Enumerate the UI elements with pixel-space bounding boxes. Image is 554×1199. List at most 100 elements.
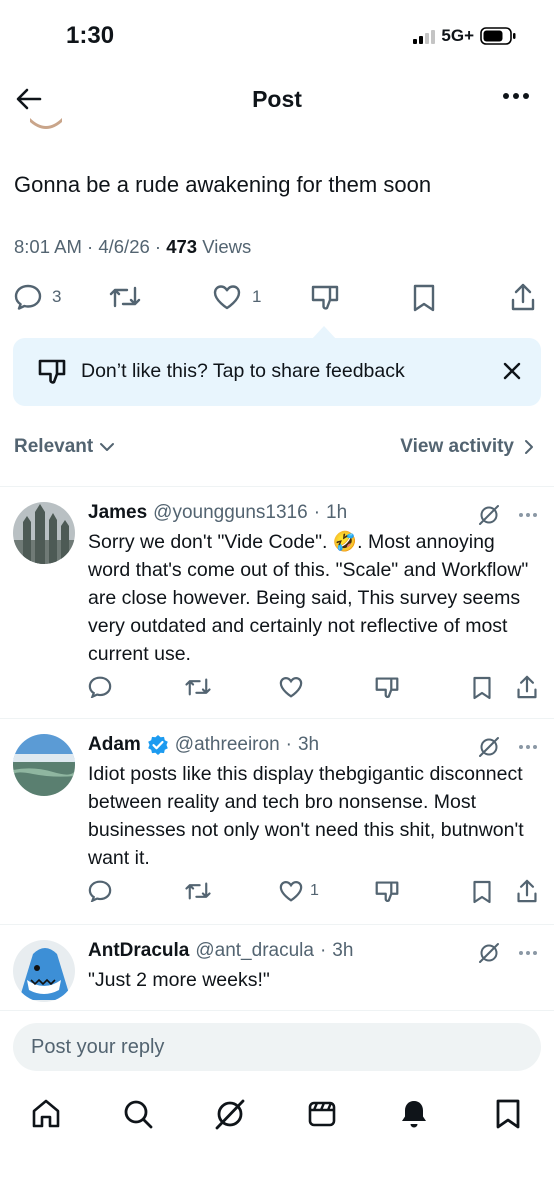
dislike-button[interactable] <box>374 880 400 904</box>
repost-icon <box>185 678 211 696</box>
reply-item[interactable]: Adam @athreeiron · 3h Idiot posts like t… <box>0 734 554 914</box>
bottom-navigation <box>0 1092 554 1142</box>
reply-header: AntDracula @ant_dracula · 3h <box>88 940 354 962</box>
reply-author-handle[interactable]: @youngguns1316 <box>153 502 308 524</box>
repost-button[interactable] <box>184 676 212 698</box>
chevron-down-icon <box>100 443 115 451</box>
avatar[interactable] <box>13 502 75 564</box>
dislike-button[interactable] <box>310 284 340 312</box>
avatar[interactable] <box>13 734 75 796</box>
repost-icon <box>185 882 211 900</box>
grok-icon[interactable] <box>478 736 500 758</box>
feedback-text: Don’t like this? Tap to share feedback <box>81 360 405 382</box>
bookmark-icon <box>473 880 491 904</box>
reply-author-name[interactable]: James <box>88 502 147 524</box>
grok-icon[interactable] <box>478 942 500 964</box>
heart-icon <box>279 881 303 902</box>
replies-sort-row: Relevant View activity <box>0 436 554 466</box>
share-button[interactable] <box>516 878 538 904</box>
battery-icon <box>480 27 516 45</box>
views-count[interactable]: 473 <box>166 236 197 257</box>
notifications-icon[interactable] <box>398 1098 430 1130</box>
reply-header: Adam @athreeiron · 3h <box>88 734 320 756</box>
share-icon <box>517 675 537 699</box>
like-button[interactable] <box>278 676 310 698</box>
heart-icon <box>213 285 241 310</box>
thumbs-down-icon <box>375 881 399 903</box>
page-title: Post <box>252 86 302 112</box>
thumbs-down-icon <box>375 677 399 699</box>
reply-count: 3 <box>52 287 62 306</box>
network-label: 5G+ <box>441 26 474 45</box>
reply-button[interactable] <box>88 676 112 698</box>
thumbs-down-icon <box>311 285 339 310</box>
grok-icon[interactable] <box>214 1098 246 1130</box>
reply-item[interactable]: AntDracula @ant_dracula · 3h "Just 2 mor… <box>0 940 554 1010</box>
more-options-icon[interactable] <box>518 950 538 956</box>
post-meta: 8:01 AM · 4/6/26 · 473 Views <box>14 236 252 257</box>
bookmark-button[interactable] <box>412 284 436 312</box>
share-button[interactable] <box>510 282 536 312</box>
share-icon <box>517 879 537 903</box>
reply-icon <box>88 676 112 698</box>
reply-icon <box>14 284 42 310</box>
sort-dropdown[interactable]: Relevant <box>14 436 115 458</box>
avatar[interactable] <box>13 940 75 1002</box>
reply-author-handle[interactable]: @ant_dracula <box>195 940 314 962</box>
status-time: 1:30 <box>66 22 115 49</box>
like-count: 1 <box>252 287 262 306</box>
reply-text: Sorry we don't "Vide Code". 🤣. Most anno… <box>88 531 529 665</box>
heart-icon <box>279 677 303 698</box>
bookmark-icon <box>473 676 491 700</box>
bookmarks-icon[interactable] <box>492 1098 524 1130</box>
reply-action-bar: 1 <box>0 878 554 908</box>
repost-button[interactable] <box>184 880 212 902</box>
author-avatar-partial <box>28 118 64 132</box>
repost-icon <box>109 286 141 308</box>
post-time: 8:01 AM <box>14 236 82 257</box>
dislike-button[interactable] <box>374 676 400 700</box>
bookmark-icon <box>413 284 435 312</box>
close-icon[interactable] <box>503 362 521 380</box>
like-button[interactable]: 1 <box>212 284 261 310</box>
reply-header: James @youngguns1316 · 1h <box>88 502 348 524</box>
verified-badge-icon <box>147 735 168 755</box>
reply-text: "Just 2 more weeks!" <box>88 969 270 991</box>
reply-options <box>478 942 538 964</box>
reply-text: Idiot posts like this display thebgigant… <box>88 763 524 869</box>
video-icon[interactable] <box>306 1098 338 1130</box>
thumbs-down-icon <box>37 358 67 386</box>
reply-button[interactable] <box>88 880 112 902</box>
more-options-icon[interactable] <box>518 744 538 750</box>
divider <box>0 718 554 719</box>
divider <box>0 486 554 487</box>
post-text: Gonna be a rude awakening for them soon <box>14 172 432 197</box>
reply-author-name[interactable]: AntDracula <box>88 940 189 962</box>
repost-button[interactable] <box>108 284 142 310</box>
bookmark-button[interactable] <box>472 880 492 904</box>
view-activity-link[interactable]: View activity <box>400 436 534 458</box>
top-header: Post <box>0 72 554 124</box>
reply-button[interactable]: 3 <box>14 284 61 310</box>
reply-author-name[interactable]: Adam <box>88 734 141 756</box>
views-label: Views <box>202 236 252 257</box>
view-activity-label: View activity <box>400 436 514 457</box>
bookmark-button[interactable] <box>472 676 492 700</box>
post-action-bar: 3 1 <box>0 280 554 316</box>
more-options-icon[interactable] <box>518 512 538 518</box>
status-indicators: 5G+ <box>413 26 516 46</box>
like-button[interactable]: 1 <box>278 880 319 902</box>
reply-time: 3h <box>332 940 354 961</box>
feedback-banner[interactable]: Don’t like this? Tap to share feedback <box>13 338 541 406</box>
search-icon[interactable] <box>122 1098 154 1130</box>
more-options-icon[interactable] <box>502 92 530 100</box>
reply-item[interactable]: James @youngguns1316 · 1h Sorry we don't… <box>0 502 554 702</box>
share-button[interactable] <box>516 674 538 700</box>
grok-icon[interactable] <box>478 504 500 526</box>
reply-author-handle[interactable]: @athreeiron <box>175 734 280 756</box>
reply-icon <box>88 880 112 902</box>
signal-icon <box>413 28 436 44</box>
share-icon <box>511 283 535 311</box>
reply-input[interactable]: Post your reply <box>13 1023 541 1071</box>
home-icon[interactable] <box>30 1098 62 1130</box>
